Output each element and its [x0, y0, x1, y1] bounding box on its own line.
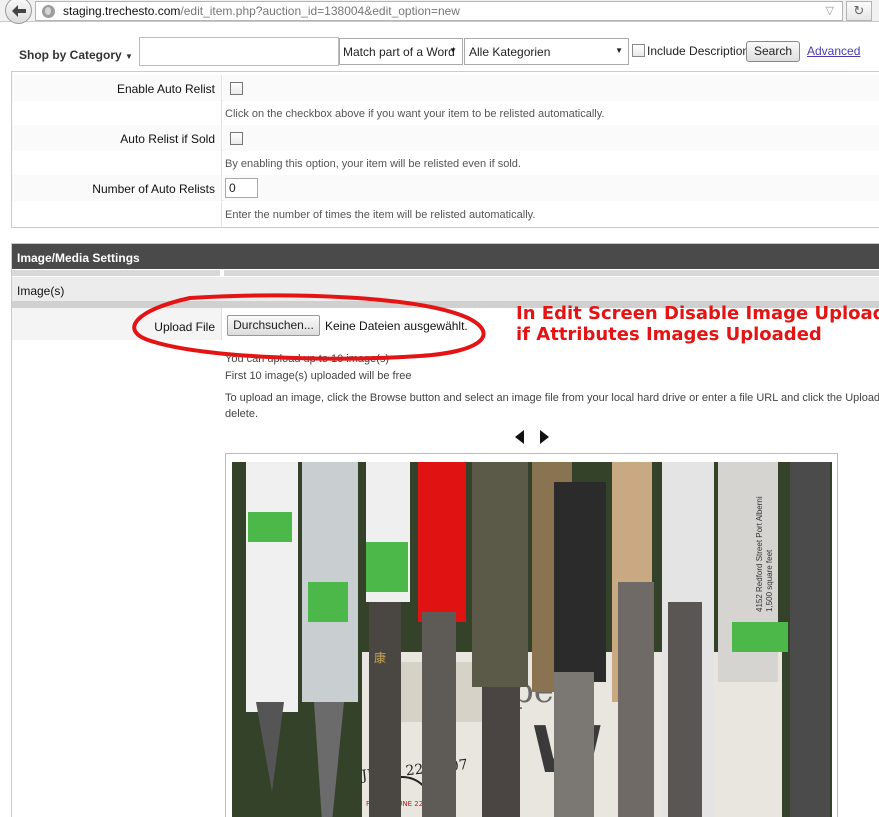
- next-image-arrow-icon[interactable]: [540, 430, 549, 444]
- number-of-auto-relists-input[interactable]: 0: [225, 178, 258, 198]
- annotation-text: In Edit Screen Disable Image Upload if At…: [516, 303, 879, 345]
- section-title: Image/Media Settings: [17, 251, 140, 265]
- sign-line-1: 4152 Redford Street Port Alberni: [755, 496, 764, 612]
- images-label: Image(s): [17, 284, 65, 298]
- shop-by-category-label: Shop by Category: [19, 48, 122, 62]
- number-of-auto-relists-help-row: Enter the number of times the item will …: [12, 202, 879, 226]
- auto-relist-if-sold-help-row: By enabling this option, your item will …: [12, 151, 879, 175]
- select-arrow-icon: ▼: [615, 46, 623, 55]
- advanced-search-link[interactable]: Advanced: [807, 44, 860, 58]
- auto-relist-if-sold-label: Auto Relist if Sold: [120, 132, 215, 146]
- section-header: Image/Media Settings: [12, 244, 879, 269]
- back-arrow-icon: [11, 4, 26, 17]
- label-cell: [12, 151, 222, 175]
- label-cell: Number of Auto Relists: [12, 175, 222, 201]
- value-cell: [223, 125, 879, 151]
- label-cell: Auto Relist if Sold: [12, 125, 222, 151]
- url-host: staging.trechesto.com: [63, 4, 181, 18]
- no-file-selected-text: Keine Dateien ausgewählt.: [325, 319, 468, 333]
- relist-settings-panel: Enable Auto Relist Click on the checkbox…: [11, 71, 879, 228]
- number-of-auto-relists-row: Number of Auto Relists 0: [12, 175, 879, 201]
- category-value: Alle Kategorien: [469, 45, 551, 59]
- enable-auto-relist-help: Click on the checkbox above if you want …: [225, 108, 605, 120]
- address-bar[interactable]: staging.trechesto.com/edit_item.php?auct…: [35, 1, 843, 21]
- match-mode-select[interactable]: Match part of a Word ▼: [339, 38, 463, 65]
- upload-limit-info: You can upload up to 10 image(s): [225, 353, 390, 365]
- chevron-down-icon[interactable]: ▽: [826, 4, 834, 17]
- browse-button[interactable]: Durchsuchen...: [227, 315, 320, 336]
- search-button[interactable]: Search: [746, 41, 800, 62]
- search-input[interactable]: [139, 37, 339, 66]
- item-photo: pen W JUNE 22, 2007 FRIDAY, JUNE 22, 200…: [232, 462, 832, 817]
- sign-line-2: 1,500 square feet: [765, 549, 774, 612]
- reload-icon: ↻: [853, 3, 865, 18]
- enable-auto-relist-help-row: Click on the checkbox above if you want …: [12, 101, 879, 125]
- include-description-option[interactable]: Include Description: [632, 44, 749, 58]
- label-cell: Enable Auto Relist: [12, 75, 222, 101]
- back-button[interactable]: [5, 0, 32, 24]
- reload-button[interactable]: ↻: [846, 1, 872, 21]
- category-select[interactable]: Alle Kategorien ▼: [464, 38, 629, 65]
- search-bar: Shop by Category ▼ Match part of a Word ▼…: [0, 35, 879, 69]
- image-preview-frame: pen W JUNE 22, 2007 FRIDAY, JUNE 22, 200…: [225, 453, 838, 817]
- divider: [12, 269, 879, 277]
- include-description-checkbox[interactable]: [632, 44, 645, 57]
- annotation-line-1: In Edit Screen Disable Image Upload: [516, 303, 879, 324]
- previous-image-arrow-icon[interactable]: [515, 430, 524, 444]
- kanji-mark: 康: [374, 650, 386, 665]
- url-text: staging.trechesto.com/edit_item.php?auct…: [63, 4, 460, 18]
- match-mode-value: Match part of a Word: [343, 45, 455, 59]
- annotation-line-2: if Attributes Images Uploaded: [516, 324, 822, 345]
- number-of-auto-relists-help: Enter the number of times the item will …: [225, 209, 536, 221]
- url-path: /edit_item.php?auction_id=138004&edit_op…: [180, 4, 460, 18]
- free-images-info: First 10 image(s) uploaded will be free: [225, 370, 412, 382]
- enable-auto-relist-row: Enable Auto Relist: [12, 75, 879, 101]
- caret-down-icon: ▼: [125, 52, 133, 61]
- auto-relist-if-sold-help: By enabling this option, your item will …: [225, 158, 521, 170]
- globe-icon: [42, 5, 55, 18]
- enable-auto-relist-checkbox[interactable]: [230, 82, 243, 95]
- number-of-auto-relists-label: Number of Auto Relists: [92, 182, 215, 196]
- upload-instructions: To upload an image, click the Browse but…: [225, 392, 879, 404]
- browser-toolbar: staging.trechesto.com/edit_item.php?auct…: [0, 0, 879, 24]
- auto-relist-if-sold-checkbox[interactable]: [230, 132, 243, 145]
- label-cell: [12, 202, 222, 226]
- label-cell: [12, 101, 222, 125]
- include-description-label: Include Description: [647, 44, 750, 58]
- auto-relist-if-sold-row: Auto Relist if Sold: [12, 125, 879, 151]
- value-cell: [223, 75, 879, 101]
- label-cell: Upload File: [12, 308, 222, 340]
- select-arrow-icon: ▼: [449, 46, 457, 55]
- image-media-panel: Image/Media Settings Image(s) Upload Fil…: [11, 243, 879, 817]
- shop-by-category-menu[interactable]: Shop by Category ▼: [19, 48, 133, 62]
- enable-auto-relist-label: Enable Auto Relist: [116, 82, 215, 96]
- images-row: Image(s): [12, 277, 879, 301]
- upload-file-label: Upload File: [154, 320, 215, 334]
- upload-instructions-continued: delete.: [225, 408, 259, 420]
- value-cell: [223, 175, 879, 201]
